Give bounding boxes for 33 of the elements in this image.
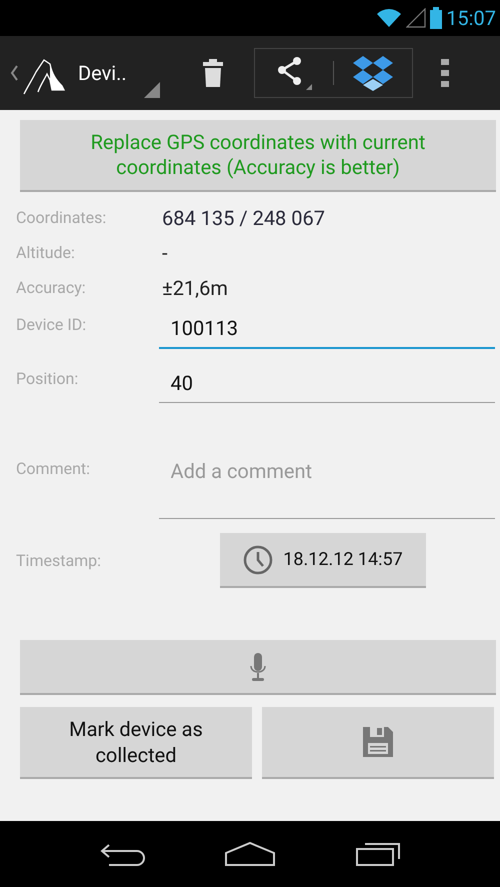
- field-label: Timestamp:: [16, 551, 102, 570]
- field-value: -: [162, 240, 168, 264]
- trash-icon: [202, 58, 224, 88]
- microphone-icon: [248, 652, 268, 682]
- delete-button[interactable]: [202, 58, 224, 88]
- menu-icon: [441, 59, 449, 87]
- back-chevron-icon[interactable]: [10, 65, 18, 81]
- clock-time: 15:07: [446, 6, 496, 30]
- field-label: Comment:: [16, 458, 92, 478]
- mark-collected-button[interactable]: Mark device as collected: [20, 707, 252, 779]
- field-label: Accuracy:: [16, 278, 87, 297]
- field-label: Altitude:: [16, 243, 76, 262]
- signal-icon: [406, 8, 426, 28]
- timestamp-button[interactable]: 18.12.12 14:57: [220, 533, 426, 588]
- input-field[interactable]: Add a comment: [158, 453, 495, 519]
- wifi-icon: [376, 8, 402, 28]
- field-value: 684 135 / 248 067: [162, 206, 325, 230]
- screen-title[interactable]: Devi..: [78, 61, 134, 85]
- recent-apps-icon[interactable]: [354, 841, 401, 867]
- field-label: Coordinates:: [16, 208, 108, 227]
- dropdown-corner-icon: [144, 82, 160, 98]
- input-field[interactable]: 100113: [158, 309, 495, 349]
- field-label: Position:: [16, 368, 80, 388]
- home-icon[interactable]: [224, 841, 276, 867]
- field-value: ±21,6m: [162, 276, 228, 300]
- back-icon[interactable]: [99, 842, 146, 866]
- clock-icon: [243, 544, 274, 574]
- input-field[interactable]: 40: [158, 363, 495, 403]
- field-label: Device ID:: [16, 314, 88, 334]
- overflow-menu-button[interactable]: [441, 59, 449, 87]
- open-box-icon: [351, 54, 395, 92]
- save-button[interactable]: [262, 707, 494, 779]
- battery-icon: [430, 7, 442, 29]
